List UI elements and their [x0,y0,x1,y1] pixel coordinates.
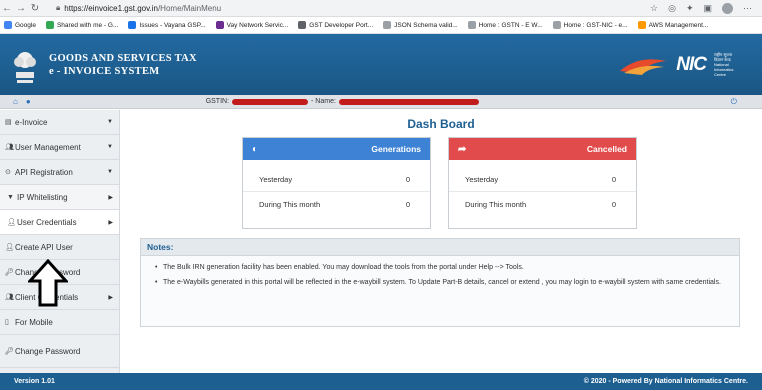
forward-icon[interactable]: → [14,3,28,14]
collections-icon[interactable]: ▣ [703,3,712,14]
copyright-text: © 2020 - Powered By National Informatics… [583,378,748,385]
chevron-down-icon: ▼ [107,169,113,175]
sidebar-item-user-credentials[interactable]: 👤︎ User Credentials ▶ [0,210,119,235]
bookmarks-bar: Google Shared with me - G... Issues - Va… [0,17,762,34]
cancelled-card: ➦ Cancelled Yesterday 0 During This mont… [448,137,637,229]
lock-icon: 🔒︎ [56,3,61,12]
gstin-label: GSTIN: [205,98,230,105]
note-item: The e-Waybills generated in this portal … [155,277,729,289]
bookmark[interactable]: Home : GST-NIC - e... [552,21,628,29]
url-field[interactable]: 🔒︎ https://einvoice1.gst.gov.in/Home/Mai… [56,3,221,13]
favicon-icon [552,21,561,29]
site-title-line2: e - INVOICE SYSTEM [49,65,160,77]
name-redacted [338,98,479,105]
cancelled-yesterday-value: 0 [611,175,616,184]
bookmark[interactable]: Home : GSTN - E W... [467,21,543,29]
user-icon[interactable]: ● [26,97,31,106]
url-path: /Home/MainMenu [157,3,222,13]
mobile-icon: ▯ [5,319,9,326]
bookmark[interactable]: AWS Management... [637,21,708,29]
file-icon: ▤ [5,119,12,126]
home-icon[interactable]: ⌂ [13,97,18,106]
site-title-line1: GOODS AND SERVICES TAX [49,52,197,64]
bookmark[interactable]: Vay Network Servic... [215,21,288,29]
bookmark[interactable]: Issues - Vayana GSP... [128,21,206,29]
reload-icon[interactable]: ↻ [28,3,42,14]
bookmark[interactable]: GST Developer Port... [298,21,373,29]
profile-avatar[interactable] [722,2,733,14]
note-item: The Bulk IRN generation facility has bee… [155,262,729,274]
generations-yesterday-value: 0 [405,175,410,184]
user-icon: 👤︎ [7,219,16,226]
chevron-right-icon: ▶ [108,294,113,301]
favicon-icon [45,21,54,29]
sidebar-menu: ▤ e-Invoice ▼ 👥︎ User Management ▼ ⊙ API… [0,110,120,373]
more-icon[interactable]: ⋯ [743,3,752,14]
sidebar-item-e-invoice[interactable]: ▤ e-Invoice ▼ [0,110,119,135]
notes-title: Notes: [141,239,739,256]
footer: Version 1.01 © 2020 - Powered By Nationa… [0,373,762,390]
chevron-right-icon: ▶ [108,219,113,226]
favicon-icon [637,21,646,29]
sidebar-item-create-api-user[interactable]: 👤︎ Create API User [0,235,119,260]
bookmark[interactable]: Shared with me - G... [45,21,118,29]
main-content: Dash Board ◐ Generations Yesterday 0 Dur… [120,110,762,373]
favicon-icon [128,21,137,29]
sidebar-item-api-registration[interactable]: ⊙ API Registration ▼ [0,160,119,185]
user-plus-icon: 👤︎ [5,244,14,251]
emblem-logo [11,40,39,90]
bookmark[interactable]: Google [4,21,36,29]
annotation-arrow-icon [28,259,68,307]
site-header: GOODS AND SERVICES TAX e - INVOICE SYSTE… [0,34,762,95]
key-icon: 🔑︎ [5,269,14,276]
key-icon: 🔑︎ [5,348,14,355]
link-icon: ⊙ [5,169,11,176]
sidebar-item-ip-whitelisting[interactable]: ▼ IP Whitelisting ▶ [0,185,119,210]
cancelled-month-value: 0 [611,199,616,209]
browser-address-bar: ← → ↻ 🔒︎ https://einvoice1.gst.gov.in/Ho… [0,0,762,17]
logout-icon[interactable]: ⏻ [731,97,737,107]
bookmark[interactable]: JSON Schema valid... [383,21,458,29]
favicon-icon [215,21,224,29]
notes-panel: Notes: The Bulk IRN generation facility … [140,238,740,327]
favicon-icon [298,21,307,29]
sidebar-item-user-management[interactable]: 👥︎ User Management ▼ [0,135,119,160]
generations-month-value: 0 [405,199,410,209]
star-icon[interactable]: ☆ [650,3,658,14]
share-arrow-icon: ➦ [458,143,467,155]
pie-chart-icon: ◐ [252,143,259,155]
gstin-redacted [232,98,309,105]
nic-subtitle: राष्ट्रीय सूचना विज्ञान केन्द्र National… [714,52,734,77]
favicon-icon [467,21,476,29]
generations-yesterday-row: Yesterday 0 [243,168,430,192]
page-title: Dash Board [407,117,475,131]
back-icon[interactable]: ← [0,3,14,14]
puzzle-icon[interactable]: ✦ [686,3,694,14]
sidebar-item-change-password-main[interactable]: 🔑︎ Change Password [0,335,119,368]
users-icon: 👥︎ [5,144,14,151]
bird-logo [620,58,667,75]
nic-logo: NIC [676,53,707,75]
user-info-strip: ⌂ ● GSTIN: - Name: ⏻ [0,95,762,109]
favicon-icon [383,21,392,29]
url-domain: https://einvoice1.gst.gov.in [64,3,158,13]
sidebar-item-for-mobile[interactable]: ▯ For Mobile [0,310,119,335]
version-label: Version 1.01 [14,378,55,385]
chevron-down-icon: ▼ [107,119,113,125]
generations-card-header: ◐ Generations [243,138,430,160]
filter-icon: ▼ [7,193,14,201]
extension-icon[interactable]: ◎ [668,3,676,14]
cancelled-yesterday-row: Yesterday 0 [449,168,636,192]
cancelled-month-row: During This month 0 [465,199,616,209]
chevron-down-icon: ▼ [107,144,113,150]
generations-card: ◐ Generations Yesterday 0 During This mo… [242,137,431,229]
generations-month-row: During This month 0 [259,199,410,209]
name-label: - Name: [311,98,336,105]
cancelled-card-header: ➦ Cancelled [449,138,636,160]
chevron-right-icon: ▶ [108,194,113,201]
users-icon: 👥︎ [5,294,14,301]
favicon-icon [4,21,12,29]
